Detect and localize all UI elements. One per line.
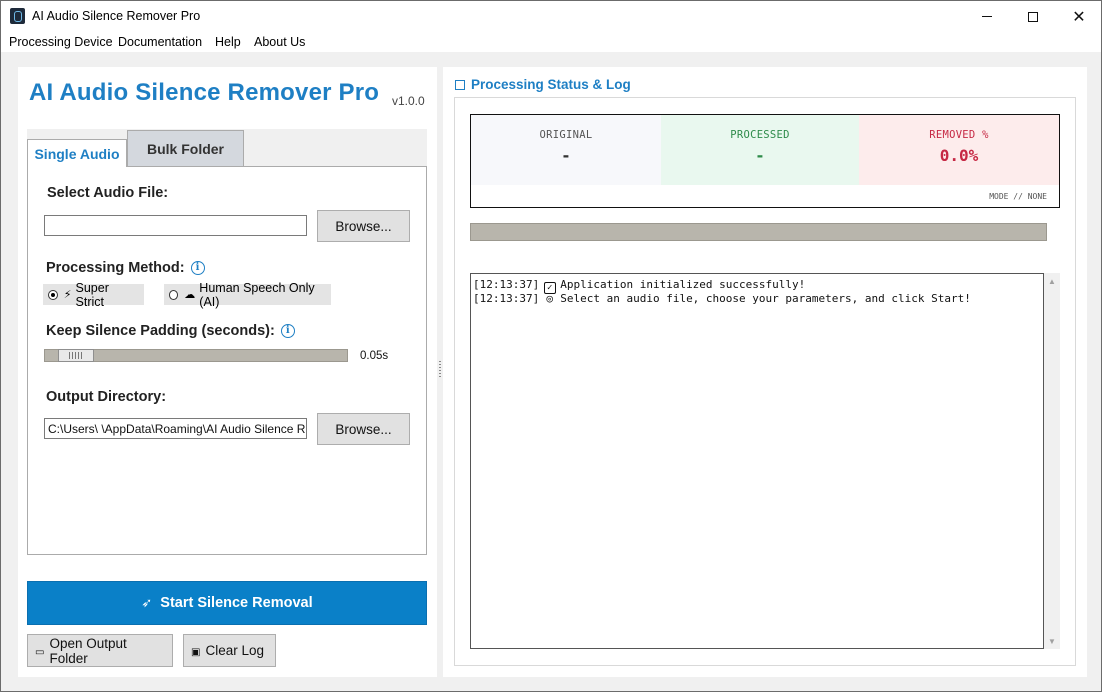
app-logo-icon: [10, 8, 25, 24]
status-header-label: Processing Status & Log: [471, 77, 631, 92]
radio-selected-icon: [48, 289, 58, 300]
output-directory-label: Output Directory:: [46, 389, 167, 405]
scroll-down-icon[interactable]: ▼: [1044, 633, 1060, 649]
padding-label-row: Keep Silence Padding (seconds): i: [46, 323, 295, 339]
stat-original-label: ORIGINAL: [539, 129, 593, 141]
start-silence-removal-button[interactable]: ➶ Start Silence Removal: [27, 581, 427, 625]
info-icon[interactable]: i: [280, 324, 295, 339]
log-line: [12:13:37] ✓ Application initialized succe…: [473, 278, 1041, 294]
right-panel: Processing Status & Log ORIGINAL - PROCE…: [443, 67, 1087, 677]
output-directory-input[interactable]: C:\Users\ \AppData\Roaming\AI Audio Sile…: [44, 418, 307, 439]
menu-help[interactable]: Help: [215, 35, 241, 49]
stat-original: ORIGINAL -: [471, 115, 661, 185]
log-text: Select an audio file, choose your parame…: [560, 292, 971, 305]
clear-log-label: Clear Log: [205, 643, 264, 658]
audio-file-input[interactable]: [44, 215, 307, 236]
lightning-icon: ⚡: [63, 289, 72, 301]
tab-control: Bulk Folder Single Audio Select Audio Fi…: [27, 129, 427, 555]
close-button[interactable]: ✕: [1056, 1, 1102, 32]
minimize-icon: [982, 16, 992, 17]
mode-indicator: MODE // NONE: [989, 192, 1047, 201]
menu-about-us[interactable]: About Us: [254, 35, 305, 49]
info-icon[interactable]: i: [190, 261, 205, 276]
window-title: AI Audio Silence Remover Pro: [32, 9, 201, 23]
browse-output-button[interactable]: Browse...: [317, 413, 410, 445]
log-time: [12:13:37]: [473, 292, 540, 305]
padding-slider[interactable]: [44, 349, 348, 362]
open-output-folder-label: Open Output Folder: [49, 635, 127, 666]
stat-removed-label: REMOVED %: [929, 129, 989, 141]
title-bar: AI Audio Silence Remover Pro ✕: [1, 1, 1101, 32]
select-audio-label: Select Audio File:: [47, 185, 169, 201]
close-icon: ✕: [1072, 8, 1086, 26]
method-super-strict[interactable]: ⚡ Super Strict: [43, 281, 144, 309]
method-super-strict-label: Super Strict: [75, 280, 109, 309]
left-panel: AI Audio Silence Remover Pro v1.0.0 Bulk…: [18, 67, 437, 677]
menu-bar: Processing Device Documentation Help Abo…: [1, 32, 1101, 52]
maximize-icon: [1028, 11, 1038, 22]
tab-single-audio[interactable]: Single Audio: [27, 139, 127, 167]
progress-bar: [470, 223, 1047, 241]
start-button-label: Start Silence Removal: [160, 595, 313, 611]
stat-processed-value: -: [755, 146, 765, 165]
browse-audio-button[interactable]: Browse...: [317, 210, 410, 242]
stats-box: ORIGINAL - PROCESSED - REMOVED % 0.0% MO…: [470, 114, 1060, 208]
log-text: Application initialized successfully!: [560, 278, 806, 291]
method-human-speech[interactable]: ☁ Human Speech Only (AI): [164, 281, 331, 309]
log-time: [12:13:37]: [473, 278, 540, 291]
monitor-icon: [455, 79, 465, 90]
scroll-up-icon[interactable]: ▲: [1044, 273, 1060, 289]
processing-method-label-row: Processing Method: i: [46, 260, 205, 276]
stat-removed: REMOVED % 0.0%: [859, 115, 1059, 185]
stat-removed-value: 0.0%: [939, 146, 979, 165]
slider-thumb[interactable]: [58, 349, 94, 362]
stat-original-value: -: [561, 146, 571, 165]
log-line: [12:13:37] ◎ Select an audio file, choose …: [473, 292, 1041, 306]
log-scrollbar[interactable]: ▲ ▼: [1044, 273, 1060, 649]
log-textbox[interactable]: [12:13:37] ✓ Application initialized succe…: [470, 273, 1044, 649]
tab-bulk-folder[interactable]: Bulk Folder: [127, 130, 244, 166]
clear-log-button[interactable]: ▣ Clear Log: [183, 634, 276, 667]
grip-icon: [439, 361, 441, 379]
stat-processed: PROCESSED -: [661, 115, 859, 185]
panel-splitter[interactable]: [438, 361, 442, 381]
padding-label: Keep Silence Padding (seconds):: [46, 323, 275, 339]
version-label: v1.0.0: [392, 94, 425, 108]
app-window: AI Audio Silence Remover Pro ✕ Processin…: [0, 0, 1102, 692]
target-icon: ◎: [546, 292, 554, 305]
method-human-speech-label: Human Speech Only (AI): [199, 280, 315, 309]
status-header: Processing Status & Log: [455, 77, 631, 92]
menu-processing-device[interactable]: Processing Device: [9, 35, 113, 49]
minimize-button[interactable]: [964, 1, 1010, 32]
single-audio-page: Select Audio File: Browse... Processing …: [27, 166, 427, 555]
padding-value: 0.05s: [360, 350, 389, 362]
menu-documentation[interactable]: Documentation: [118, 35, 202, 49]
folder-icon: ▭: [35, 647, 45, 658]
app-title: AI Audio Silence Remover Pro: [29, 79, 380, 106]
brain-icon: ☁: [184, 289, 196, 301]
maximize-button[interactable]: [1010, 1, 1056, 32]
rocket-icon: ➶: [141, 595, 153, 610]
trash-icon: ▣: [191, 647, 201, 658]
stat-processed-label: PROCESSED: [730, 129, 790, 141]
open-output-folder-button[interactable]: ▭ Open Output Folder: [27, 634, 173, 667]
processing-method-label: Processing Method:: [46, 260, 185, 276]
radio-unselected-icon: [169, 289, 179, 300]
